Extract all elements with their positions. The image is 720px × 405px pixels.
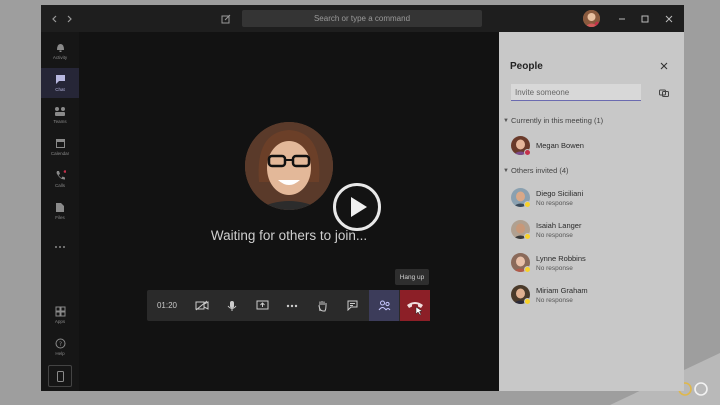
apps-icon: [55, 306, 65, 317]
phone-icon: [56, 170, 66, 180]
rail-label: Teams: [53, 119, 67, 124]
share-screen-icon: [256, 300, 268, 310]
participant-name: Diego Siciliani: [536, 189, 584, 198]
people-icon: [378, 300, 390, 311]
hang-up-icon: [407, 301, 423, 315]
share-screen-button[interactable]: [247, 290, 277, 321]
call-controls: 01:20: [147, 290, 430, 321]
status-away-icon: [524, 298, 531, 305]
rail-item-calendar[interactable]: Calendar: [41, 132, 79, 162]
rail-item-apps[interactable]: Apps: [41, 300, 79, 330]
rail-item-chat[interactable]: Chat: [41, 68, 79, 98]
participant-name: Lynne Robbins: [536, 254, 586, 263]
invite-input[interactable]: [511, 84, 641, 101]
status-busy-icon: [524, 149, 531, 156]
others-invited-section-header[interactable]: ▼ Others invited (4): [503, 166, 569, 175]
bell-icon: [56, 44, 64, 52]
status-away-icon: [524, 233, 531, 240]
files-icon: [56, 203, 64, 212]
chat-bubble-icon: [347, 300, 357, 311]
raise-hand-button[interactable]: [307, 290, 337, 321]
profile-avatar[interactable]: [583, 10, 600, 27]
compose-icon[interactable]: [218, 11, 234, 27]
more-apps-icon[interactable]: [41, 232, 79, 262]
hand-icon: [318, 300, 326, 311]
participant-status: No response: [536, 232, 573, 239]
forward-icon[interactable]: [61, 11, 77, 27]
chat-icon: [55, 75, 65, 84]
calendar-icon: [55, 139, 65, 148]
call-stage: Waiting for others to join... Hang up 01…: [79, 32, 499, 391]
status-away-icon: [524, 266, 531, 273]
search-input[interactable]: Search or type a command: [242, 10, 482, 27]
rail-label: Calls: [54, 183, 65, 188]
participant-name: Miriam Graham: [536, 286, 588, 295]
participant-status: No response: [536, 265, 573, 272]
chevron-down-icon: ▼: [503, 167, 509, 174]
camera-off-icon: [195, 300, 209, 311]
rail-label: Chat: [55, 87, 65, 92]
caller-avatar: [245, 122, 333, 210]
rail-label: Help: [55, 351, 65, 356]
camera-off-button[interactable]: [187, 290, 217, 321]
hangup-tooltip: Hang up: [395, 269, 429, 285]
app-rail: Activity Chat Teams Calendar Calls Files…: [41, 32, 79, 391]
teams-window: Search or type a command Activity Chat T…: [41, 5, 684, 391]
participant-name: Isaiah Langer: [536, 221, 582, 230]
waiting-message: Waiting for others to join...: [210, 228, 368, 243]
copy-link-icon[interactable]: [658, 87, 670, 99]
hang-up-button[interactable]: [400, 290, 430, 321]
participant-name: Megan Bowen: [536, 141, 584, 150]
chat-button[interactable]: [337, 290, 367, 321]
invitee-miriam-graham[interactable]: Miriam Graham No response: [511, 285, 671, 309]
teams-icon: [55, 107, 65, 116]
invitee-diego-siciliani[interactable]: Diego Siciliani No response: [511, 188, 671, 212]
participant-megan-bowen[interactable]: Megan Bowen: [511, 136, 671, 160]
rail-item-files[interactable]: Files: [41, 196, 79, 226]
call-timer: 01:20: [156, 301, 178, 310]
svg-text:?: ?: [58, 341, 61, 348]
chevron-down-icon: ▼: [503, 117, 509, 124]
rail-label: Apps: [54, 319, 66, 324]
show-participants-button[interactable]: [369, 290, 399, 321]
invitee-isaiah-langer[interactable]: Isaiah Langer No response: [511, 220, 671, 244]
play-video-icon[interactable]: [333, 183, 381, 231]
close-icon[interactable]: [658, 60, 670, 72]
section-label: Others invited (4): [511, 166, 569, 175]
more-options-button[interactable]: [277, 290, 307, 321]
rail-label: Files: [55, 215, 65, 220]
close-window-icon[interactable]: [661, 11, 677, 27]
section-label: Currently in this meeting (1): [511, 116, 604, 125]
invitee-lynne-robbins[interactable]: Lynne Robbins No response: [511, 253, 671, 277]
more-icon: [286, 304, 298, 307]
rail-item-calls[interactable]: Calls: [41, 164, 79, 194]
device-icon[interactable]: [48, 365, 72, 387]
rail-label: Activity: [52, 55, 68, 60]
rail-item-help[interactable]: ? Help: [41, 332, 79, 362]
participant-status: No response: [536, 297, 573, 304]
title-bar: Search or type a command: [41, 5, 684, 32]
microphone-icon: [227, 300, 237, 311]
rail-item-activity[interactable]: Activity: [41, 36, 79, 66]
status-away-icon: [524, 201, 531, 208]
rail-item-teams[interactable]: Teams: [41, 100, 79, 130]
people-panel: People ▼ Currently in this meeting (1) M…: [499, 32, 684, 391]
rail-label: Calendar: [50, 151, 70, 156]
in-meeting-section-header[interactable]: ▼ Currently in this meeting (1): [503, 116, 603, 125]
maximize-icon[interactable]: [637, 11, 653, 27]
panel-title: People: [510, 61, 543, 72]
participant-status: No response: [536, 200, 573, 207]
help-icon: ?: [55, 338, 65, 349]
minimize-icon[interactable]: [614, 11, 630, 27]
microphone-button[interactable]: [217, 290, 247, 321]
